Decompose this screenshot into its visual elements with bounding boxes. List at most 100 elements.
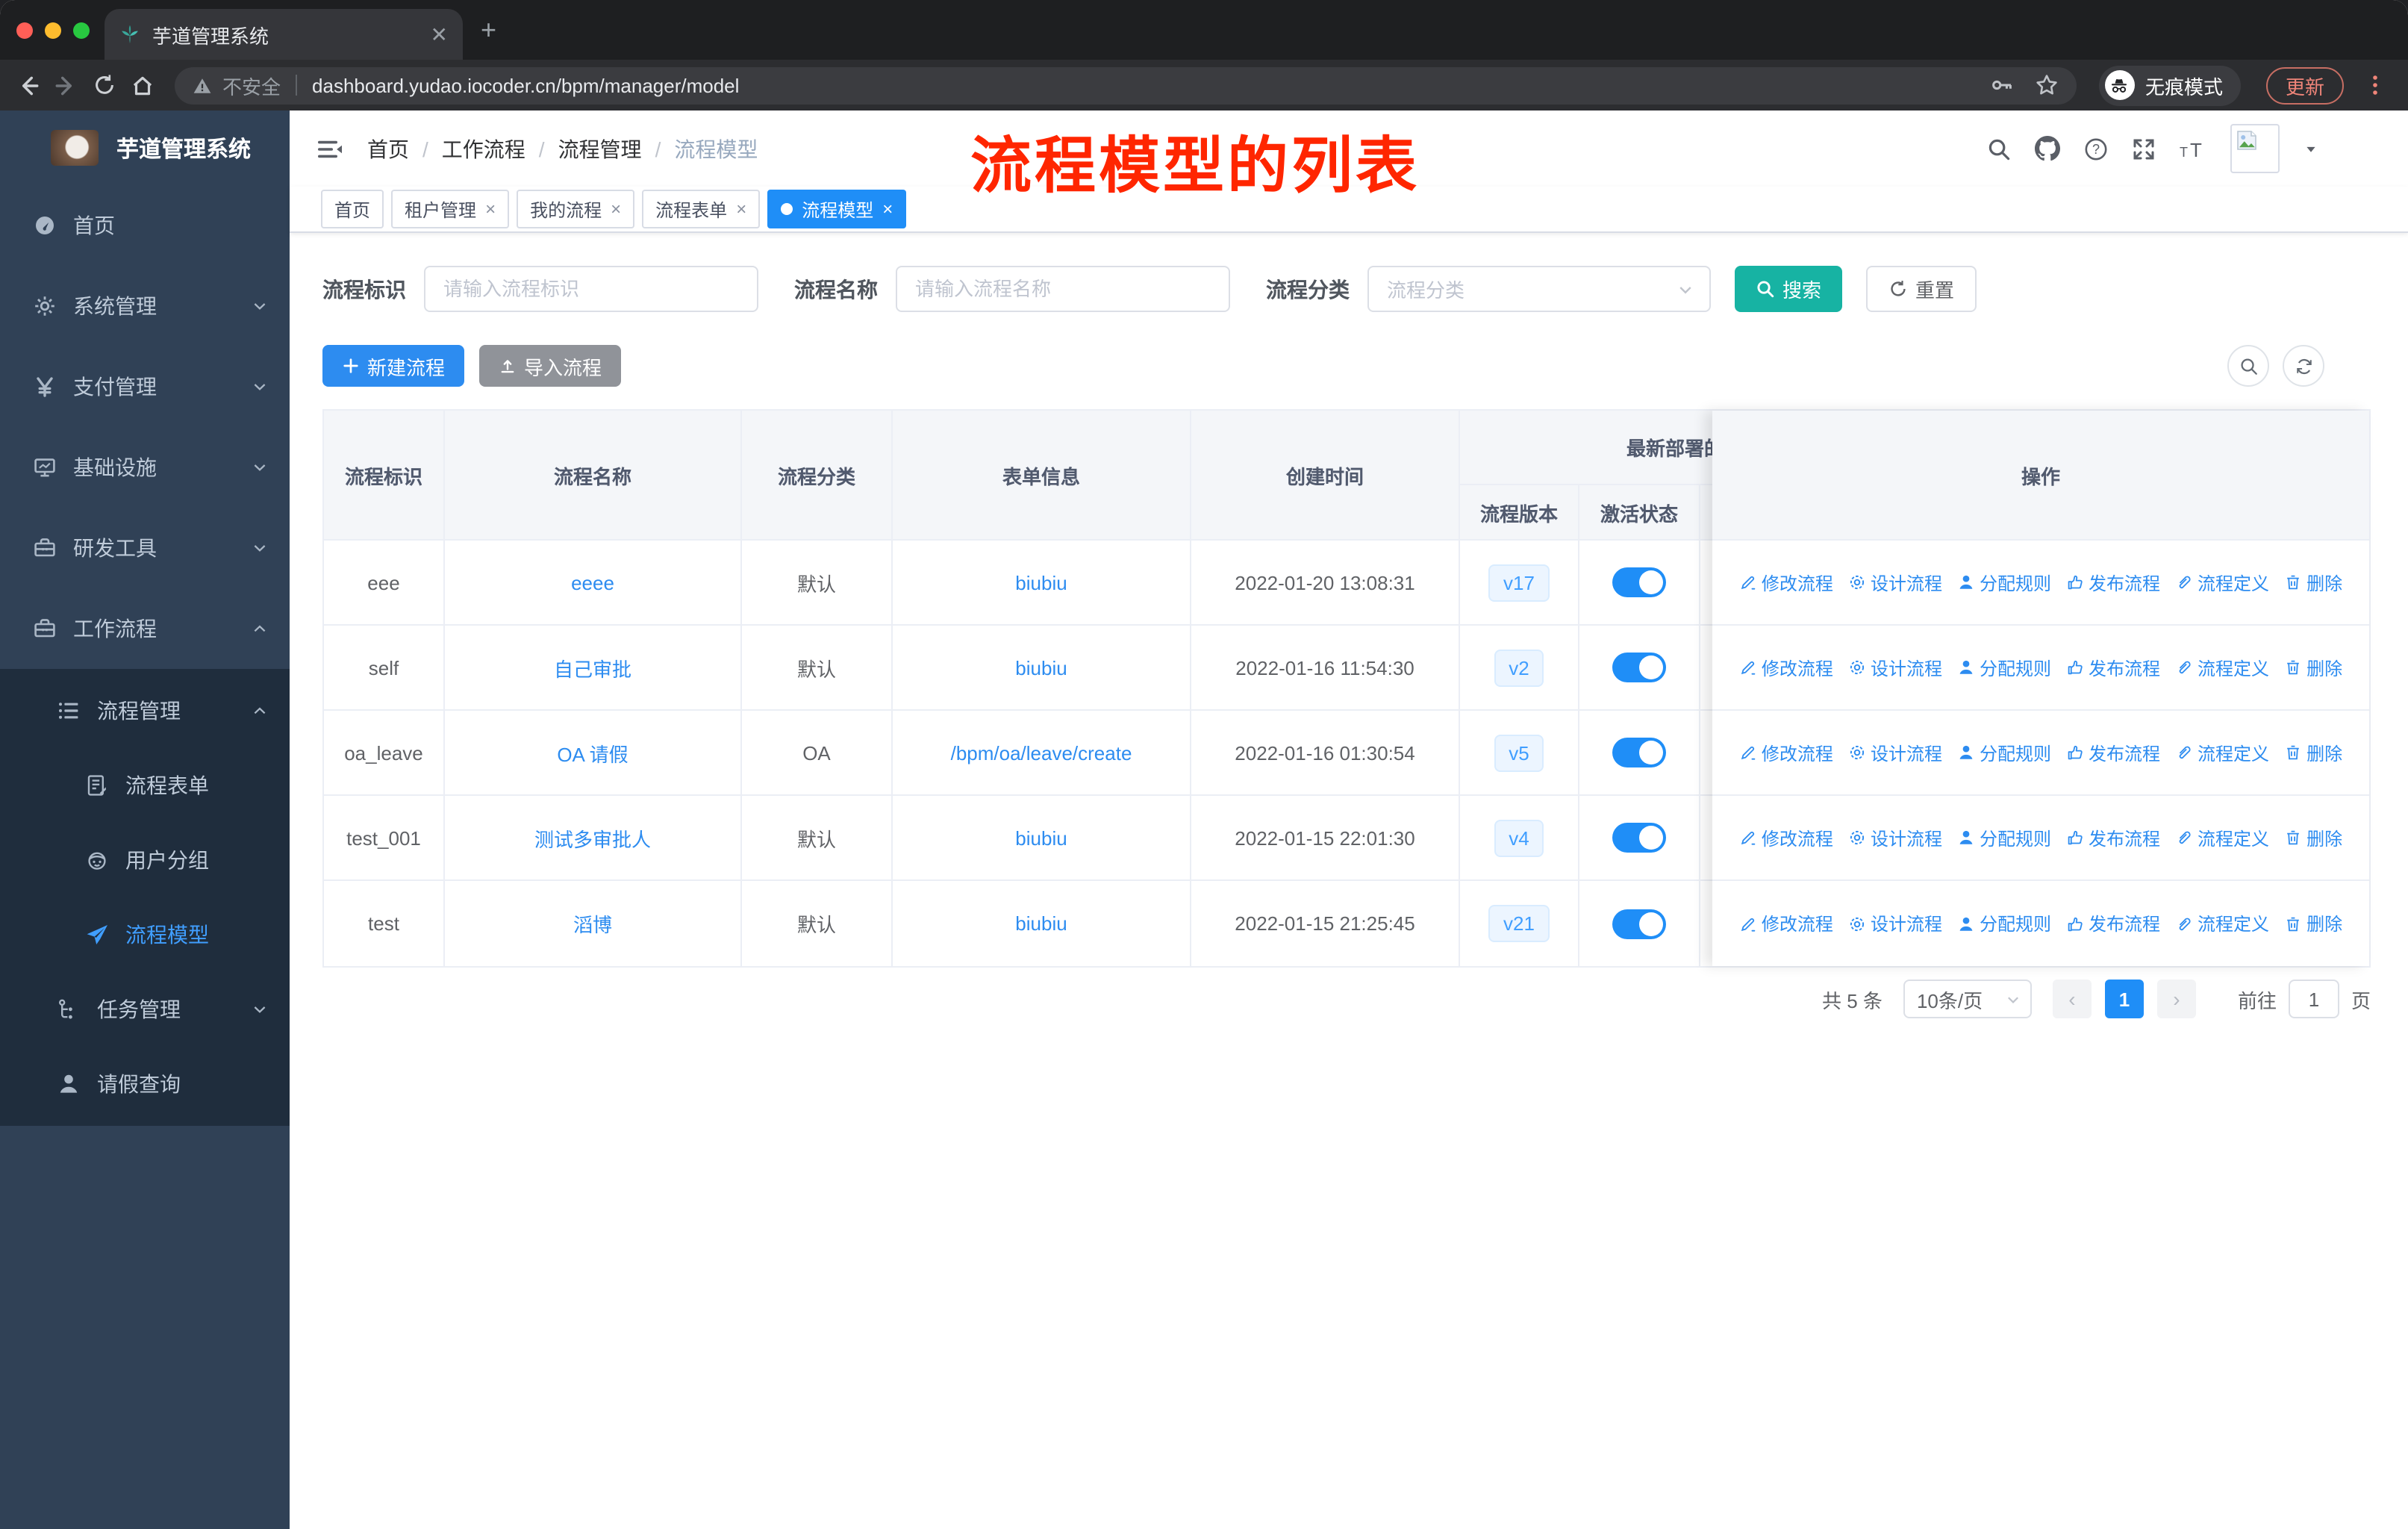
sidebar-item-0[interactable]: 首页 xyxy=(0,185,290,266)
action-userfill-link[interactable]: 分配规则 xyxy=(1957,655,2051,680)
active-toggle[interactable] xyxy=(1612,738,1666,767)
action-trash-link[interactable]: 删除 xyxy=(2284,825,2342,850)
next-page-button[interactable]: › xyxy=(2156,980,2196,1018)
hamburger-icon[interactable] xyxy=(316,135,343,162)
active-toggle[interactable] xyxy=(1612,567,1666,597)
action-trash-link[interactable]: 删除 xyxy=(2284,740,2342,765)
reload-icon[interactable] xyxy=(93,73,116,97)
new-tab-button[interactable]: + xyxy=(481,16,496,43)
action-edit-link[interactable]: 修改流程 xyxy=(1739,655,1833,680)
action-clip-link[interactable]: 流程定义 xyxy=(2175,570,2269,595)
model-name-link[interactable]: 自己审批 xyxy=(554,653,631,682)
breadcrumb-item-0[interactable]: 首页 xyxy=(367,134,409,164)
caret-down-icon[interactable] xyxy=(2303,141,2318,156)
sidebar-item-10[interactable]: 任务管理 xyxy=(0,972,290,1047)
active-toggle[interactable] xyxy=(1612,653,1666,682)
action-trash-link[interactable]: 删除 xyxy=(2284,911,2342,936)
action-edit-link[interactable]: 修改流程 xyxy=(1739,570,1833,595)
back-icon[interactable] xyxy=(15,72,40,98)
import-model-button[interactable]: 导入流程 xyxy=(479,345,622,387)
form-info-link[interactable]: biubiu xyxy=(1015,912,1067,935)
tag-0[interactable]: 首页 xyxy=(321,190,384,228)
security-label[interactable]: 不安全 xyxy=(222,71,281,99)
model-name-link[interactable]: 滔博 xyxy=(573,909,612,938)
form-info-link[interactable]: biubiu xyxy=(1015,571,1067,594)
update-button[interactable]: 更新 xyxy=(2265,66,2344,104)
browser-tab[interactable]: 芋道管理系统 ✕ xyxy=(105,9,463,60)
action-userfill-link[interactable]: 分配规则 xyxy=(1957,911,2051,936)
sidebar-item-8[interactable]: 用户分组 xyxy=(0,823,290,897)
table-search-button[interactable] xyxy=(2227,345,2269,387)
active-toggle[interactable] xyxy=(1612,909,1666,938)
sidebar-item-7[interactable]: 流程表单 xyxy=(0,748,290,823)
help-icon[interactable]: ? xyxy=(2084,137,2108,161)
tag-1[interactable]: 租户管理 × xyxy=(391,190,510,228)
sidebar-item-4[interactable]: 研发工具 xyxy=(0,508,290,588)
action-userfill-link[interactable]: 分配规则 xyxy=(1957,570,2051,595)
fullscreen-icon[interactable] xyxy=(2132,137,2156,161)
forward-icon[interactable] xyxy=(54,72,79,98)
action-thumb-link[interactable]: 发布流程 xyxy=(2066,825,2160,850)
maximize-window-button[interactable] xyxy=(73,22,90,39)
address-bar[interactable]: 不安全 dashboard.yudao.iocoder.cn/bpm/manag… xyxy=(175,66,2077,104)
model-name-link[interactable]: eeee xyxy=(571,571,614,594)
not-secure-warning-icon[interactable] xyxy=(193,75,212,95)
bookmark-star-icon[interactable] xyxy=(2035,73,2059,97)
model-id-input[interactable] xyxy=(424,266,758,312)
model-name-input[interactable] xyxy=(896,266,1230,312)
goto-page-input[interactable] xyxy=(2288,980,2339,1018)
sidebar-item-3[interactable]: 基础设施 xyxy=(0,427,290,508)
action-userfill-link[interactable]: 分配规则 xyxy=(1957,740,2051,765)
minimize-window-button[interactable] xyxy=(45,22,61,39)
action-gearsm-link[interactable]: 设计流程 xyxy=(1848,911,1942,936)
github-icon[interactable] xyxy=(2035,136,2060,161)
font-size-icon[interactable]: TT xyxy=(2180,135,2206,162)
action-thumb-link[interactable]: 发布流程 xyxy=(2066,911,2160,936)
url-text[interactable]: dashboard.yudao.iocoder.cn/bpm/manager/m… xyxy=(312,74,1990,96)
table-refresh-button[interactable] xyxy=(2283,345,2324,387)
action-thumb-link[interactable]: 发布流程 xyxy=(2066,655,2160,680)
action-clip-link[interactable]: 流程定义 xyxy=(2175,655,2269,680)
close-tab-icon[interactable]: ✕ xyxy=(431,22,448,47)
action-edit-link[interactable]: 修改流程 xyxy=(1739,825,1833,850)
close-icon[interactable]: × xyxy=(611,199,621,219)
form-info-link[interactable]: biubiu xyxy=(1015,826,1067,849)
form-info-link[interactable]: biubiu xyxy=(1015,656,1067,679)
action-clip-link[interactable]: 流程定义 xyxy=(2175,825,2269,850)
action-edit-link[interactable]: 修改流程 xyxy=(1739,740,1833,765)
sidebar-item-9[interactable]: 流程模型 xyxy=(0,897,290,972)
category-select[interactable]: 流程分类 xyxy=(1367,266,1711,312)
model-name-link[interactable]: OA 请假 xyxy=(557,738,628,767)
breadcrumb-item-2[interactable]: 流程管理 xyxy=(558,134,642,164)
sidebar-item-1[interactable]: 系统管理 xyxy=(0,266,290,346)
avatar[interactable] xyxy=(2230,124,2280,173)
sidebar-item-11[interactable]: 请假查询 xyxy=(0,1047,290,1121)
action-userfill-link[interactable]: 分配规则 xyxy=(1957,825,2051,850)
password-key-icon[interactable] xyxy=(1990,73,2014,97)
breadcrumb-item-1[interactable]: 工作流程 xyxy=(442,134,525,164)
active-toggle[interactable] xyxy=(1612,823,1666,853)
current-page[interactable]: 1 xyxy=(2104,980,2144,1018)
page-size-select[interactable]: 10条/页 xyxy=(1903,980,2032,1018)
form-info-link[interactable]: /bpm/oa/leave/create xyxy=(951,741,1132,764)
app-logo[interactable]: 芋道管理系统 xyxy=(0,110,290,185)
action-edit-link[interactable]: 修改流程 xyxy=(1739,911,1833,936)
action-clip-link[interactable]: 流程定义 xyxy=(2175,911,2269,936)
create-model-button[interactable]: 新建流程 xyxy=(322,345,465,387)
close-icon[interactable]: × xyxy=(882,199,893,219)
action-gearsm-link[interactable]: 设计流程 xyxy=(1848,825,1942,850)
search-button[interactable]: 搜索 xyxy=(1735,266,1843,312)
search-icon[interactable] xyxy=(1987,137,2011,161)
action-gearsm-link[interactable]: 设计流程 xyxy=(1848,570,1942,595)
action-clip-link[interactable]: 流程定义 xyxy=(2175,740,2269,765)
close-icon[interactable]: × xyxy=(485,199,496,219)
sidebar-item-6[interactable]: 流程管理 xyxy=(0,673,290,748)
action-trash-link[interactable]: 删除 xyxy=(2284,570,2342,595)
model-name-link[interactable]: 测试多审批人 xyxy=(534,823,651,852)
tag-2[interactable]: 我的流程 × xyxy=(517,190,635,228)
tag-3[interactable]: 流程表单 × xyxy=(642,190,761,228)
close-icon[interactable]: × xyxy=(736,199,746,219)
action-thumb-link[interactable]: 发布流程 xyxy=(2066,740,2160,765)
sidebar-item-5[interactable]: 工作流程 xyxy=(0,588,290,669)
sidebar-item-2[interactable]: 支付管理 xyxy=(0,346,290,427)
